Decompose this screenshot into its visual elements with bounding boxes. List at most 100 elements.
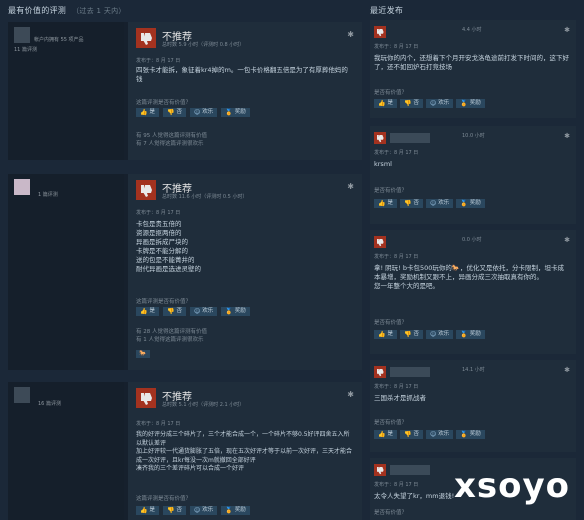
vote-funny-button[interactable]: ☺ 欢乐 xyxy=(426,330,454,339)
blurred-username xyxy=(390,133,430,143)
vote-yes-button[interactable]: 👍 是 xyxy=(374,430,397,439)
more-options-icon[interactable]: ✱ xyxy=(564,132,570,140)
award-icon: 🏅 xyxy=(460,200,468,207)
review-date: 发布于：8 月 17 日 xyxy=(374,254,419,260)
author-panel[interactable]: 1 篇评测 xyxy=(8,174,124,370)
smile-icon: ☺ xyxy=(430,431,437,438)
vote-yes-button[interactable]: 👍 是 xyxy=(374,99,397,108)
smile-icon: ☺ xyxy=(430,100,437,107)
review-text: 我的好评分成三个碎片了，三个才能合成一个，一个碎片不够0.5好评四舍五入所以默认… xyxy=(136,431,353,472)
helpful-question: 是否有价值？ xyxy=(374,90,408,96)
author-review-count[interactable]: 11 篇评测 xyxy=(14,46,37,53)
review-card: 16 篇评测 不推荐 总时数 5.1 小时（评测时 2.1 小时） ✱ 发布于：… xyxy=(8,382,362,520)
review-text: 卡包是贵五倍的 资源是抠两倍的 异画是拆成尸块的 卡牌是不能分解的 送的包是不能… xyxy=(136,220,201,273)
vote-yes-button[interactable]: 👍 是 xyxy=(136,506,159,515)
thumbs-down-icon xyxy=(136,180,156,200)
review-text: 我玩你的内个，还想着下个月开安戈洛龟途前打发下时间的，这下好了，还不如回炉石打竞… xyxy=(374,54,569,71)
more-options-icon[interactable]: ✱ xyxy=(347,30,354,39)
vote-funny-button[interactable]: ☺ 欢乐 xyxy=(426,430,454,439)
vote-buttons: 👍 是 👎 否 ☺ 欢乐 🏅 奖励 xyxy=(374,199,485,208)
vote-yes-button[interactable]: 👍 是 xyxy=(136,307,159,316)
funny-count: 有 7 人觉得这篇评测很欢乐 xyxy=(136,141,204,147)
vote-no-button[interactable]: 👎 否 xyxy=(400,330,423,339)
vote-no-button[interactable]: 👎 否 xyxy=(400,99,423,108)
vote-no-button[interactable]: 👎 否 xyxy=(400,199,423,208)
thumbs-down-small-icon: 👎 xyxy=(167,507,175,514)
blurred-username xyxy=(390,465,430,475)
award-button[interactable]: 🏅 奖励 xyxy=(456,430,485,439)
helpful-question: 是否有价值？ xyxy=(374,510,408,516)
avatar[interactable] xyxy=(14,179,30,195)
helpful-question: 是否有价值？ xyxy=(374,188,408,194)
received-award-icon[interactable]: 🐎 xyxy=(136,350,150,358)
most-helpful-header: 最有价值的评测 （过去 1 天内） xyxy=(8,6,126,15)
recent-review-card: 4.4 小时 ✱ 发布于：8 月 17 日 我玩你的内个，还想着下个月开安戈洛龟… xyxy=(370,20,576,118)
helpful-question: 是否有价值？ xyxy=(374,420,408,426)
more-options-icon[interactable]: ✱ xyxy=(347,390,354,399)
vote-funny-button[interactable]: ☺ 欢乐 xyxy=(190,506,218,515)
thumbs-up-icon: 👍 xyxy=(140,109,148,116)
award-button[interactable]: 🏅 奖励 xyxy=(456,199,485,208)
award-button[interactable]: 🏅 奖励 xyxy=(221,506,250,515)
thumbs-up-icon: 👍 xyxy=(378,431,386,438)
review-hours: 10.0 小时 xyxy=(462,133,485,139)
more-options-icon[interactable]: ✱ xyxy=(564,366,570,374)
review-date: 发布于：8 月 17 日 xyxy=(136,210,181,216)
review-body: 不推荐 总时数 5.1 小时（评测时 2.1 小时） ✱ 发布于：8 月 17 … xyxy=(128,382,362,520)
watermark: xsoyo xyxy=(453,466,570,506)
vote-no-button[interactable]: 👎 否 xyxy=(163,307,186,316)
avatar[interactable] xyxy=(14,387,30,403)
thumbs-down-icon xyxy=(136,388,156,408)
recent-review-card: 0.0 小时 ✱ 发布于：8 月 17 日 拿! 阴玩! b卡包500玩你的🐎，… xyxy=(370,230,576,354)
funny-count: 有 1 人觉得这篇评测很欢乐 xyxy=(136,337,204,343)
vote-funny-button[interactable]: ☺ 欢乐 xyxy=(426,199,454,208)
author-panel[interactable]: 帐户内拥有 55 项产品 11 篇评测 xyxy=(8,22,124,160)
author-panel[interactable]: 16 篇评测 xyxy=(8,382,124,520)
thumbs-up-icon: 👍 xyxy=(140,507,148,514)
award-button[interactable]: 🏅 奖励 xyxy=(456,330,485,339)
award-button[interactable]: 🏅 奖励 xyxy=(221,108,250,117)
helpful-question: 是否有价值？ xyxy=(374,320,408,326)
review-date: 发布于：8 月 17 日 xyxy=(374,482,419,488)
vote-yes-button[interactable]: 👍 是 xyxy=(374,330,397,339)
award-icon: 🏅 xyxy=(225,308,233,315)
helpful-question: 这篇评测是否有价值？ xyxy=(136,299,192,305)
vote-yes-button[interactable]: 👍 是 xyxy=(136,108,159,117)
more-options-icon[interactable]: ✱ xyxy=(564,26,570,34)
review-hours: 0.0 小时 xyxy=(462,237,482,243)
vote-no-button[interactable]: 👎 否 xyxy=(163,506,186,515)
vote-funny-button[interactable]: ☺ 欢乐 xyxy=(190,307,218,316)
award-button[interactable]: 🏅 奖励 xyxy=(456,99,485,108)
vote-funny-button[interactable]: ☺ 欢乐 xyxy=(190,108,218,117)
recent-review-card: 10.0 小时 ✱ 发布于：8 月 17 日 krsml 是否有价值？ 👍 是 👎… xyxy=(370,126,576,224)
more-options-icon[interactable]: ✱ xyxy=(347,182,354,191)
more-options-icon[interactable]: ✱ xyxy=(564,236,570,244)
review-date: 发布于：8 月 17 日 xyxy=(136,421,181,427)
award-icon: 🏅 xyxy=(460,331,468,338)
vote-no-button[interactable]: 👎 否 xyxy=(163,108,186,117)
review-hours: 4.4 小时 xyxy=(462,27,482,33)
vote-no-button[interactable]: 👎 否 xyxy=(400,430,423,439)
review-card: 1 篇评测 不推荐 总时数 11.6 小时（评测时 0.5 小时） ✱ 发布于：… xyxy=(8,174,362,370)
thumbs-down-icon xyxy=(374,132,386,144)
review-card: 帐户内拥有 55 项产品 11 篇评测 不推荐 总时数 5.9 小时（评测时 0… xyxy=(8,22,362,160)
vote-buttons: 👍 是 👎 否 ☺ 欢乐 🏅 奖励 xyxy=(374,330,485,339)
review-text: 四张卡才能拆，象征着kr4掉的m。一包卡价格翻五倍是为了有厚葬他妈的钱 xyxy=(136,66,348,83)
review-text: 三国杀才是抓战者 xyxy=(374,394,426,402)
review-hours: 总时数 5.9 小时（评测时 0.8 小时） xyxy=(162,42,245,48)
thumbs-down-small-icon: 👎 xyxy=(404,331,412,338)
smile-icon: ☺ xyxy=(430,200,437,207)
helpful-count: 有 95 人觉得这篇评测有价值 xyxy=(136,133,207,139)
recent-column: 最近发布 4.4 小时 ✱ 发布于：8 月 17 日 我玩你的内个，还想着下个月… xyxy=(370,0,576,520)
review-date: 发布于：8 月 17 日 xyxy=(374,384,419,390)
award-icon: 🏅 xyxy=(460,431,468,438)
review-hours: 总时数 5.1 小时（评测时 2.1 小时） xyxy=(162,402,245,408)
vote-yes-button[interactable]: 👍 是 xyxy=(374,199,397,208)
thumbs-down-small-icon: 👎 xyxy=(167,109,175,116)
vote-funny-button[interactable]: ☺ 欢乐 xyxy=(426,99,454,108)
author-review-count[interactable]: 16 篇评测 xyxy=(38,400,61,407)
award-button[interactable]: 🏅 奖励 xyxy=(221,307,250,316)
avatar[interactable] xyxy=(14,27,30,43)
recent-header: 最近发布 xyxy=(370,6,404,15)
author-review-count[interactable]: 1 篇评测 xyxy=(38,191,58,198)
